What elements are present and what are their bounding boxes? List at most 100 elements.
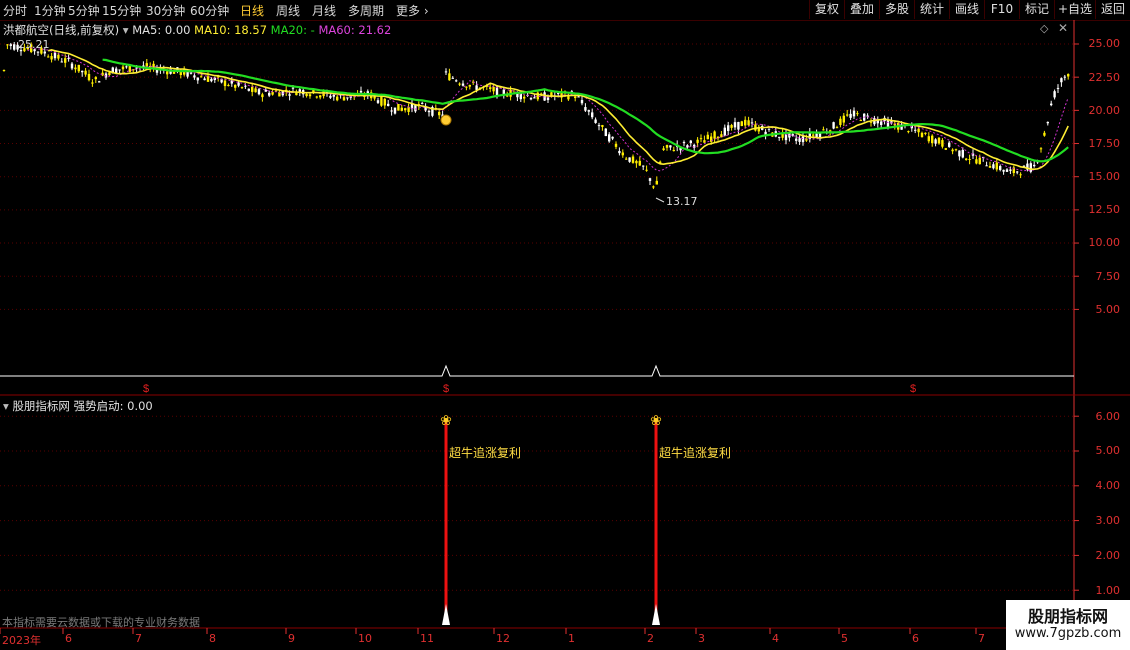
candle-body xyxy=(438,111,441,116)
y-tick: 5.00 xyxy=(1095,303,1121,316)
candle-body xyxy=(740,121,743,127)
candle-body xyxy=(251,86,254,92)
candle-body xyxy=(451,77,454,79)
candle-body xyxy=(271,92,274,95)
butterfly-icon: ❀ xyxy=(650,413,662,429)
candle-body xyxy=(669,145,672,148)
candle-body xyxy=(421,102,424,104)
candle-body xyxy=(846,114,849,116)
candle-body xyxy=(750,122,754,124)
watermark: 股朋指标网 www.7gpzb.com xyxy=(1006,600,1130,650)
candle-body xyxy=(584,107,587,111)
candle-body xyxy=(574,96,577,99)
x-tick: 4 xyxy=(772,632,779,645)
candle-body xyxy=(489,87,492,89)
candle-body xyxy=(74,67,77,70)
candle-body xyxy=(1067,74,1070,77)
candle-body xyxy=(400,107,403,111)
candle-body xyxy=(713,131,716,139)
candle-body xyxy=(842,115,845,123)
candle-body xyxy=(665,145,669,148)
candle-body xyxy=(36,51,40,53)
ma20-label: MA20: - xyxy=(270,23,315,37)
dollar-icon: $ xyxy=(910,383,916,395)
candle-body xyxy=(954,149,958,151)
candle-body xyxy=(465,86,468,88)
x-tick: 10 xyxy=(358,632,372,645)
candle-body xyxy=(696,139,699,143)
diamond-icon[interactable]: ◇ xyxy=(1040,22,1048,35)
candle-body xyxy=(648,178,652,181)
candle-body xyxy=(937,137,941,144)
candle-body xyxy=(458,83,461,85)
kline-chart[interactable]: $ $ $ ❀ ❀ xyxy=(0,0,1130,650)
candle-body xyxy=(393,107,397,114)
candle-body xyxy=(608,134,611,142)
candle-body xyxy=(492,86,495,92)
candle-body xyxy=(682,142,686,144)
collapse-icon[interactable]: ▾ xyxy=(123,23,129,37)
candle-body xyxy=(948,142,951,147)
candle-body xyxy=(125,66,128,68)
candle-body xyxy=(414,104,417,112)
candle-body xyxy=(1046,121,1049,124)
candle-body xyxy=(934,139,937,144)
candle-body xyxy=(720,134,723,138)
collapse-icon[interactable]: ▾ xyxy=(3,399,9,413)
candle-body xyxy=(611,136,614,139)
candle-body xyxy=(329,95,332,98)
candle-body xyxy=(84,70,87,75)
candle-body xyxy=(914,129,917,131)
candle-body xyxy=(927,136,930,142)
candle-body xyxy=(951,149,954,152)
candle-body xyxy=(1050,103,1053,106)
candle-body xyxy=(1043,132,1046,136)
x-tick: 6 xyxy=(65,632,72,645)
candle-body xyxy=(257,89,261,95)
candle-body xyxy=(227,85,230,87)
candle-body xyxy=(448,73,451,81)
candle-body xyxy=(859,120,862,122)
candle-body xyxy=(1033,164,1036,167)
candle-body xyxy=(166,71,169,75)
candle-body xyxy=(975,159,978,164)
candle-body xyxy=(390,110,393,112)
x-tick: 2 xyxy=(647,632,654,645)
candle-body xyxy=(57,54,60,59)
candle-body xyxy=(383,98,386,106)
candle-body xyxy=(6,44,9,46)
x-tick: 6 xyxy=(912,632,919,645)
candle-body xyxy=(924,132,927,134)
candle-body xyxy=(631,156,635,163)
candle-body xyxy=(305,93,308,97)
candle-body xyxy=(203,78,206,81)
indicator-param: 强势启动: 0.00 xyxy=(73,399,153,413)
candle-body xyxy=(917,128,920,133)
close-icon[interactable]: ✕ xyxy=(1058,21,1068,35)
candle-body xyxy=(118,69,121,71)
candle-body xyxy=(332,94,335,97)
candle-body xyxy=(455,80,458,82)
candle-body xyxy=(591,112,594,118)
candle-body xyxy=(628,157,631,162)
candle-body xyxy=(730,125,733,128)
candle-body xyxy=(856,113,859,115)
candle-body xyxy=(835,127,839,129)
candle-body xyxy=(795,138,798,141)
candle-body xyxy=(523,96,526,99)
candle-body xyxy=(767,128,771,130)
candle-body xyxy=(407,106,410,112)
candle-body xyxy=(1009,169,1012,171)
indicator-title: 股朋指标网 xyxy=(12,399,70,413)
candle-body xyxy=(121,66,125,70)
candle-body xyxy=(625,158,628,160)
candle-body xyxy=(635,160,638,164)
candle-body xyxy=(53,52,57,59)
footnote: 本指标需要云数据或下载的专业财务数据 xyxy=(2,616,200,629)
candle-body xyxy=(880,121,883,125)
main-legend: 洪都航空(日线,前复权) ▾ MA5: 0.00 MA10: 18.57 MA2… xyxy=(3,22,391,38)
x-tick: 7 xyxy=(978,632,985,645)
indicator-y-tick: 4.00 xyxy=(1095,479,1121,492)
candle-body xyxy=(247,88,250,91)
candle-body xyxy=(931,135,934,144)
